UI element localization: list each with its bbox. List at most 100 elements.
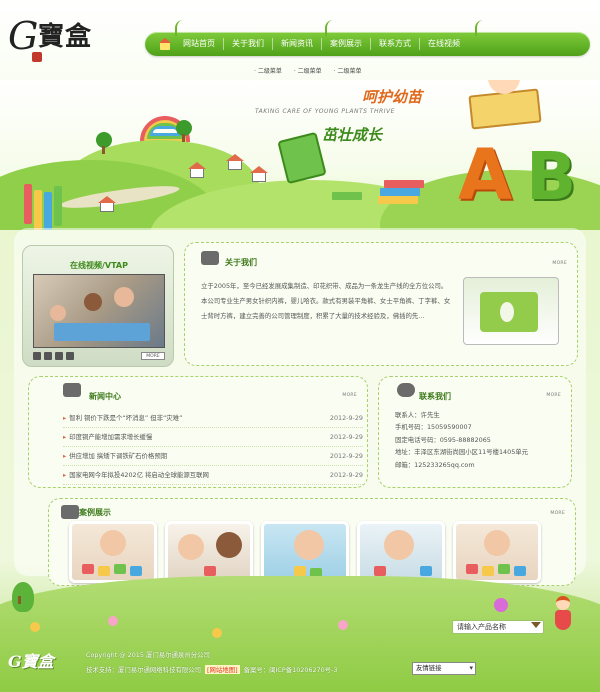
case-child — [216, 532, 242, 558]
friend-links-select[interactable]: 友情链接 — [412, 662, 476, 675]
news-item-title[interactable]: 智利 铜价下跌是个“坏消息” 但非“灾难” — [69, 414, 182, 422]
nav-item-video[interactable]: 在线视频 — [420, 32, 468, 56]
fairy-head — [556, 596, 570, 610]
volume-icon[interactable] — [66, 352, 74, 360]
tree-illustration — [12, 582, 34, 612]
nav-item-contact[interactable]: 联系方式 — [371, 32, 419, 56]
book-stack-illustration — [378, 196, 418, 204]
book-stack-illustration — [380, 188, 420, 196]
news-more-link[interactable]: MORE — [342, 393, 357, 398]
news-item-date: 2012-9-29 — [329, 452, 363, 460]
pause-icon[interactable] — [44, 352, 52, 360]
cases-more-link[interactable]: MORE — [550, 511, 565, 516]
fairy-girl-illustration — [552, 596, 574, 636]
subnav-item[interactable]: · 二级菜单 — [294, 66, 322, 75]
balloon-illustration — [494, 598, 508, 612]
news-item-date: 2012-9-29 — [329, 414, 363, 422]
room-photo — [480, 292, 538, 332]
case-thumbnail[interactable] — [261, 521, 349, 583]
stop-icon[interactable] — [55, 352, 63, 360]
about-image[interactable] — [463, 277, 559, 345]
news-item-title[interactable]: 供应增加 搞矮下调铁矿石价格预期 — [69, 452, 167, 460]
vine-decoration — [175, 20, 185, 36]
news-title: 新闻中心 — [89, 392, 121, 401]
news-item-title[interactable]: 国家电网今年拟投4202亿 将启动全球能源互联网 — [69, 471, 209, 479]
about-text: 立于2005年，至今已经发展成集制造、印花织带、成品为一条龙生产线的全方位公司。… — [201, 282, 451, 320]
sitemap-link[interactable]: [网站地图] — [205, 665, 240, 674]
case-child — [384, 530, 414, 560]
people-icon — [201, 251, 219, 265]
letter-a-block: A — [458, 134, 513, 216]
phone-icon — [397, 383, 415, 397]
video-player[interactable] — [33, 274, 165, 348]
case-gallery — [69, 521, 541, 583]
nav-item-news[interactable]: 新闻资讯 — [273, 32, 321, 56]
toy-block — [514, 566, 526, 576]
vine-decoration — [325, 20, 335, 36]
logo-text: 寶盒 — [38, 22, 93, 52]
book-stack-illustration — [332, 192, 362, 200]
news-item-title[interactable]: 印度铜产能增加需求增长缓慢 — [69, 433, 152, 441]
contact-title: 联系我们 — [419, 392, 451, 401]
contact-mobile: 手机号码：15059590007 — [395, 423, 472, 432]
contact-email: 邮箱：125233265qq.com — [395, 460, 475, 469]
video-panel: 在线视频/VTAP MORE — [22, 245, 174, 367]
case-thumbnail[interactable] — [69, 521, 157, 583]
footer-scene — [0, 576, 600, 692]
flower-illustration — [108, 616, 118, 626]
book-stack-illustration — [384, 180, 424, 188]
video-title: 在线视频/VTAP — [69, 261, 128, 270]
about-more-link[interactable]: MORE — [552, 261, 567, 266]
sub-nav: · 二级菜单 · 二级菜单 · 二级菜单 — [254, 66, 361, 75]
house-illustration — [250, 166, 268, 182]
cases-panel: 案例展示 MORE — [48, 498, 576, 586]
site-logo[interactable]: G 寶盒 — [8, 14, 108, 62]
vine-decoration — [475, 20, 485, 36]
news-item[interactable]: ▸ 国家电网今年拟投4202亿 将启动全球能源互联网 2012-9-29 — [63, 466, 363, 485]
case-thumbnail[interactable] — [165, 521, 253, 583]
bullet-icon: ▸ — [63, 452, 67, 460]
page: G 寶盒 网站首页 关于我们 新闻资讯 案例展示 联系方式 在线视频 · 二级菜… — [0, 0, 600, 692]
search-button-icon[interactable] — [531, 622, 541, 632]
nav-item-about[interactable]: 关于我们 — [224, 32, 272, 56]
video-more-link[interactable]: MORE — [141, 352, 165, 360]
contact-more-link[interactable]: MORE — [546, 393, 561, 398]
pencil-illustration — [34, 190, 42, 230]
news-item[interactable]: ▸ 供应增加 搞矮下调铁矿石价格预期 2012-9-29 — [63, 447, 363, 466]
subnav-item[interactable]: · 二级菜单 — [254, 66, 282, 75]
case-thumbnail[interactable] — [357, 521, 445, 583]
news-item-date: 2012-9-29 — [329, 471, 363, 479]
case-child — [100, 530, 126, 556]
logo-seal-icon — [32, 52, 42, 62]
house-illustration — [188, 162, 206, 178]
toy-block — [114, 564, 126, 574]
toy-block — [466, 564, 478, 574]
bullet-icon: ▸ — [63, 471, 67, 479]
play-icon[interactable] — [33, 352, 41, 360]
news-item[interactable]: ▸ 智利 铜价下跌是个“坏消息” 但非“灾难” 2012-9-29 — [63, 409, 363, 428]
case-thumbnail[interactable] — [453, 521, 541, 583]
contact-panel: 联系我们 MORE 联系人：许先生 手机号码：15059590007 固定电话号… — [378, 376, 572, 488]
contact-phone: 固定电话号码：0595-88882065 — [395, 435, 491, 444]
footer-logo[interactable]: G寶盒 — [8, 648, 54, 672]
open-book-illustration — [468, 88, 542, 130]
about-panel: 关于我们 MORE 立于2005年，至今已经发展成集制造、印花织带、成品为一条龙… — [184, 242, 578, 366]
toy-block — [420, 566, 432, 576]
tree-illustration — [176, 120, 192, 142]
toy-block — [294, 566, 306, 576]
case-child — [484, 530, 510, 556]
video-table — [54, 323, 150, 341]
copyright-text: Copyright @ 2015 厦门易尔通泉州分公司 — [86, 651, 210, 659]
toy-block — [130, 566, 142, 576]
subnav-item[interactable]: · 二级菜单 — [334, 66, 362, 75]
banner-slogan-cn: 呵护幼苗 — [362, 88, 423, 106]
contact-list: 联系人：许先生 手机号码：15059590007 固定电话号码：0595-888… — [395, 409, 565, 471]
case-child — [178, 534, 204, 560]
toy-block — [98, 566, 110, 576]
toy-block — [374, 566, 386, 576]
icp-text: 备案号：闽ICP备10206270号-3 — [243, 666, 338, 674]
hero-banner: 呵护幼苗 TAKING CARE OF YOUNG PLANTS THRIVE … — [0, 80, 600, 230]
flower-illustration — [30, 622, 40, 632]
video-child — [84, 293, 102, 311]
news-item[interactable]: ▸ 印度铜产能增加需求增长缓慢 2012-9-29 — [63, 428, 363, 447]
